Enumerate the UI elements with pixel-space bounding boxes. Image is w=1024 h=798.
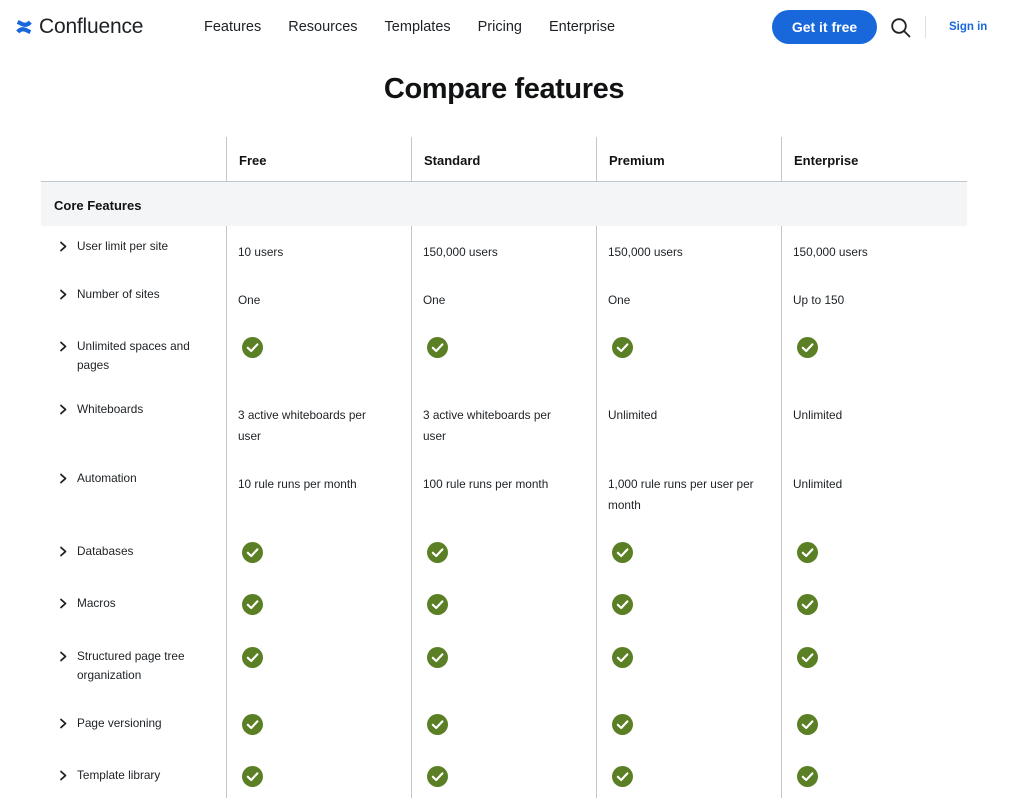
cell-value-premium: 150,000 users [608, 245, 683, 259]
nav-features[interactable]: Features [204, 19, 261, 35]
chevron-right-icon [60, 598, 67, 609]
feature-label: Databases [77, 544, 134, 558]
plan-header-free: Free [239, 153, 267, 168]
feature-toggle[interactable]: Automation [59, 471, 207, 488]
cell-value-enterprise: Unlimited [793, 477, 843, 491]
checkmark-icon [242, 542, 263, 563]
search-button[interactable] [890, 17, 912, 39]
cell-value-standard: 3 active whiteboards per user [423, 408, 551, 443]
checkmark-icon [797, 542, 818, 563]
checkmark-icon [242, 766, 263, 787]
plan-header-standard: Standard [424, 153, 481, 168]
checkmark-icon [612, 542, 633, 563]
feature-toggle[interactable]: Structured page tree organization [59, 649, 207, 685]
column-divider [411, 137, 412, 798]
feature-label: Unlimited spaces and pages [77, 339, 190, 372]
cell-value-premium: Unlimited [608, 408, 658, 422]
checkmark-icon [797, 337, 818, 358]
feature-toggle[interactable]: Unlimited spaces and pages [59, 339, 207, 375]
top-navigation: Confluence Features Resources Templates … [0, 0, 1024, 56]
feature-toggle[interactable]: Number of sites [59, 287, 207, 304]
checkmark-icon [427, 647, 448, 668]
brand-name: Confluence [39, 15, 144, 38]
cell-value-premium: 1,000 rule runs per user per month [608, 477, 754, 512]
checkmark-icon [797, 766, 818, 787]
checkmark-icon [242, 647, 263, 668]
cell-value-free: 10 users [238, 245, 284, 259]
checkmark-icon [612, 714, 633, 735]
feature-label: Structured page tree organization [77, 649, 185, 682]
feature-toggle[interactable]: Whiteboards [59, 402, 207, 419]
checkmark-icon [427, 337, 448, 358]
feature-toggle[interactable]: User limit per site [59, 239, 207, 256]
checkmark-icon [242, 594, 263, 615]
page-title: Compare features [383, 73, 625, 105]
chevron-right-icon [60, 289, 67, 300]
column-divider [226, 137, 227, 798]
checkmark-icon [242, 337, 263, 358]
nav-resources[interactable]: Resources [288, 19, 357, 35]
plan-header-enterprise: Enterprise [794, 153, 859, 168]
nav-enterprise[interactable]: Enterprise [549, 19, 615, 35]
column-divider [781, 137, 782, 798]
feature-toggle[interactable]: Page versioning [59, 716, 207, 733]
checkmark-icon [427, 714, 448, 735]
chevron-right-icon [60, 473, 67, 484]
checkmark-icon [612, 337, 633, 358]
chevron-right-icon [60, 651, 67, 662]
cell-value-premium: One [608, 293, 631, 307]
chevron-right-icon [60, 241, 67, 252]
checkmark-icon [242, 714, 263, 735]
cell-value-enterprise: 150,000 users [793, 245, 868, 259]
feature-label: Whiteboards [77, 402, 144, 416]
cell-value-enterprise: Up to 150 [793, 293, 845, 307]
checkmark-icon [427, 594, 448, 615]
feature-label: Automation [77, 471, 137, 485]
section-band [41, 182, 967, 226]
section-title: Core Features [54, 198, 142, 213]
feature-label: Page versioning [77, 716, 162, 730]
cell-value-free: One [238, 293, 261, 307]
plan-header-premium: Premium [609, 153, 665, 168]
chevron-right-icon [60, 770, 67, 781]
checkmark-icon [797, 594, 818, 615]
feature-toggle[interactable]: Macros [59, 596, 207, 613]
checkmark-icon [612, 594, 633, 615]
chevron-right-icon [60, 718, 67, 729]
cell-value-enterprise: Unlimited [793, 408, 843, 422]
header-divider [925, 16, 926, 38]
column-divider [596, 137, 597, 798]
cell-value-standard: 100 rule runs per month [423, 477, 549, 491]
checkmark-icon [612, 766, 633, 787]
cell-value-standard: 150,000 users [423, 245, 498, 259]
feature-toggle[interactable]: Template library [59, 768, 207, 785]
checkmark-icon [427, 766, 448, 787]
confluence-logo[interactable]: Confluence [15, 15, 143, 39]
chevron-right-icon [60, 341, 67, 352]
feature-label: Template library [77, 768, 161, 782]
get-it-free-button[interactable]: Get it free [772, 10, 877, 44]
checkmark-icon [427, 542, 448, 563]
main-nav: Features Resources Templates Pricing Ent… [204, 19, 642, 35]
checkmark-icon [797, 647, 818, 668]
cell-value-free: 10 rule runs per month [238, 477, 357, 491]
search-icon [891, 18, 911, 38]
nav-templates[interactable]: Templates [385, 19, 451, 35]
sign-in-link[interactable]: Sign in [949, 21, 987, 33]
feature-label: User limit per site [77, 239, 169, 253]
chevron-right-icon [60, 546, 67, 557]
feature-label: Macros [77, 596, 116, 610]
nav-pricing[interactable]: Pricing [478, 19, 522, 35]
cell-value-free: 3 active whiteboards per user [238, 408, 366, 443]
cell-value-standard: One [423, 293, 446, 307]
feature-toggle[interactable]: Databases [59, 544, 207, 561]
checkmark-icon [612, 647, 633, 668]
chevron-right-icon [60, 404, 67, 415]
checkmark-icon [797, 714, 818, 735]
feature-label: Number of sites [77, 287, 160, 301]
confluence-logo-icon [16, 20, 32, 34]
